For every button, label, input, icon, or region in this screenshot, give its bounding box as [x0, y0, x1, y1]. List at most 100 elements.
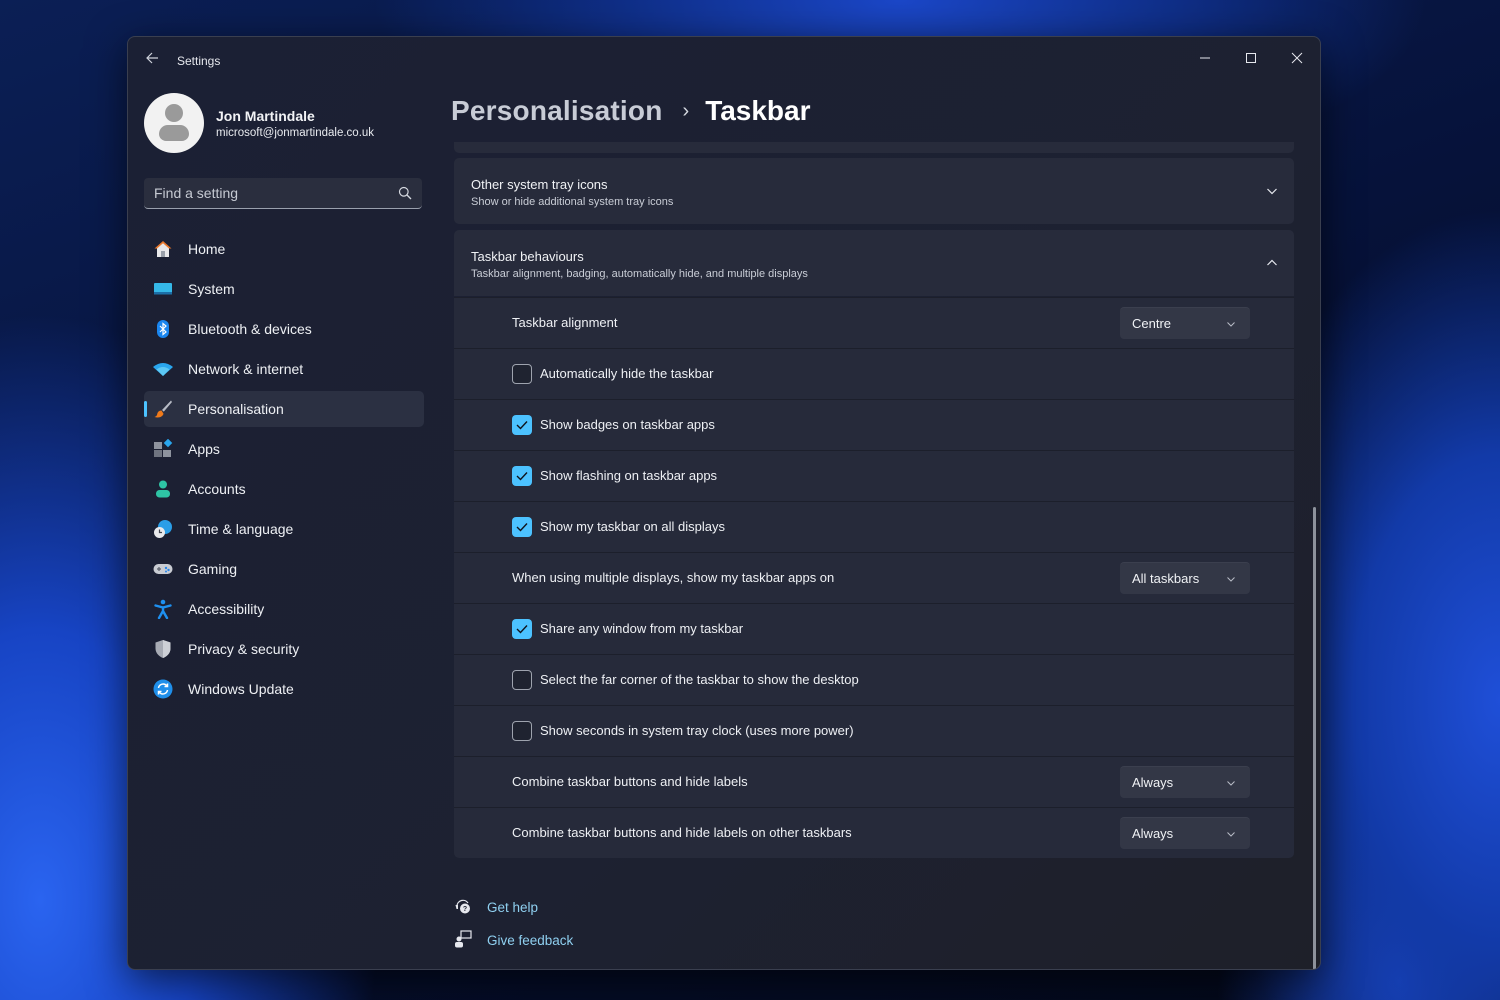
taskbar-behaviours-settings: Taskbar alignment Centre Automatically h…	[454, 297, 1294, 858]
sidebar-item-system[interactable]: System	[144, 271, 424, 307]
sidebar-item-home[interactable]: Home	[144, 231, 424, 267]
share-window-checkbox[interactable]	[512, 619, 532, 639]
setting-label[interactable]: Show seconds in system tray clock (uses …	[540, 723, 854, 738]
search-icon[interactable]	[398, 186, 412, 200]
sidebar-item-gaming[interactable]: Gaming	[144, 551, 424, 587]
avatar[interactable]	[144, 93, 204, 153]
multiple-displays-row: When using multiple displays, show my ta…	[454, 552, 1294, 603]
taskbar-behaviours-expander[interactable]: Taskbar behaviours Taskbar alignment, ba…	[454, 230, 1294, 296]
setting-label[interactable]: Automatically hide the taskbar	[540, 366, 713, 381]
setting-label[interactable]: Share any window from my taskbar	[540, 621, 743, 636]
user-name: Jon Martindale	[216, 108, 315, 124]
taskbar-alignment-row: Taskbar alignment Centre	[454, 297, 1294, 348]
show-all-displays-row: Show my taskbar on all displays	[454, 501, 1294, 552]
close-button[interactable]	[1274, 43, 1320, 73]
sidebar-item-label: Windows Update	[188, 681, 294, 697]
give-feedback-label[interactable]: Give feedback	[487, 933, 573, 948]
sidebar-item-label: Gaming	[188, 561, 238, 577]
maximize-button[interactable]	[1228, 43, 1274, 73]
sidebar-item-label: Personalisation	[188, 401, 284, 417]
sidebar-item-label: System	[188, 281, 235, 297]
setting-label[interactable]: Show badges on taskbar apps	[540, 417, 715, 432]
title-bar: Settings	[128, 37, 1320, 85]
show-badges-row: Show badges on taskbar apps	[454, 399, 1294, 450]
share-window-row: Share any window from my taskbar	[454, 603, 1294, 654]
sidebar-item-label: Home	[188, 241, 226, 257]
active-indicator	[144, 401, 147, 417]
sidebar-item-personalisation[interactable]: Personalisation	[144, 391, 424, 427]
combine-buttons-other-row: Combine taskbar buttons and hide labels …	[454, 807, 1294, 858]
dropdown-value: Always	[1132, 775, 1174, 790]
chevron-down-icon[interactable]	[1266, 185, 1278, 197]
setting-label: When using multiple displays, show my ta…	[512, 570, 835, 585]
update-icon	[153, 679, 173, 699]
sidebar-item-label: Accounts	[188, 481, 246, 497]
avatar-body-icon	[159, 125, 189, 141]
sidebar-item-accessibility[interactable]: Accessibility	[144, 591, 424, 627]
sidebar-item-time-language[interactable]: Time & language	[144, 511, 424, 547]
content-scrollbar[interactable]	[1313, 507, 1316, 969]
sidebar-item-label: Apps	[188, 441, 220, 457]
sidebar-item-network[interactable]: Network & internet	[144, 351, 424, 387]
maximize-icon	[1246, 53, 1256, 63]
search-box[interactable]	[144, 178, 422, 209]
sidebar-item-label: Network & internet	[188, 361, 304, 377]
expander-subtitle: Taskbar alignment, badging, automaticall…	[471, 268, 808, 280]
combine-buttons-dropdown[interactable]: Always	[1120, 766, 1250, 798]
taskbar-alignment-dropdown[interactable]: Centre	[1120, 307, 1250, 339]
search-input[interactable]	[144, 178, 404, 208]
wifi-icon	[153, 363, 173, 376]
sidebar-item-apps[interactable]: Apps	[144, 431, 424, 467]
get-help-label[interactable]: Get help	[487, 900, 538, 915]
minimize-button[interactable]	[1182, 43, 1228, 73]
user-email: microsoft@jonmartindale.co.uk	[216, 127, 375, 139]
setting-label: Combine taskbar buttons and hide labels	[512, 774, 748, 789]
show-flashing-row: Show flashing on taskbar apps	[454, 450, 1294, 501]
expander-title: Taskbar behaviours	[471, 249, 584, 264]
sidebar-item-privacy[interactable]: Privacy & security	[144, 631, 424, 667]
show-all-displays-checkbox[interactable]	[512, 517, 532, 537]
checkmark-icon	[516, 523, 528, 532]
other-system-tray-icons-expander[interactable]: Other system tray icons Show or hide add…	[454, 158, 1294, 224]
page-title: Taskbar	[705, 95, 811, 126]
accounts-icon	[156, 480, 170, 498]
feedback-icon	[455, 930, 472, 948]
expander-subtitle: Show or hide additional system tray icon…	[471, 196, 674, 208]
combine-buttons-other-dropdown[interactable]: Always	[1120, 817, 1250, 849]
checkmark-icon	[516, 421, 528, 430]
show-flashing-checkbox[interactable]	[512, 466, 532, 486]
chevron-down-icon	[1227, 322, 1235, 327]
combine-buttons-row: Combine taskbar buttons and hide labels …	[454, 756, 1294, 807]
show-badges-checkbox[interactable]	[512, 415, 532, 435]
breadcrumb-parent[interactable]: Personalisation	[451, 95, 663, 127]
dropdown-value: Centre	[1132, 316, 1172, 331]
auto-hide-taskbar-checkbox[interactable]	[512, 364, 532, 384]
multiple-displays-dropdown[interactable]: All taskbars	[1120, 562, 1250, 594]
setting-label: Combine taskbar buttons and hide labels …	[512, 825, 852, 840]
gamepad-icon	[153, 564, 173, 574]
apps-icon	[154, 439, 173, 457]
show-seconds-row: Show seconds in system tray clock (uses …	[454, 705, 1294, 756]
breadcrumb-separator: ›	[682, 99, 690, 122]
checkmark-icon	[516, 625, 528, 634]
setting-label[interactable]: Show my taskbar on all displays	[540, 519, 725, 534]
sidebar-item-label: Accessibility	[188, 601, 265, 617]
back-button[interactable]	[142, 51, 162, 71]
setting-label[interactable]: Select the far corner of the taskbar to …	[540, 672, 859, 687]
app-title: Settings	[177, 54, 221, 68]
chevron-up-icon[interactable]	[1266, 257, 1278, 269]
avatar-head-icon	[165, 104, 183, 122]
sidebar-item-bluetooth[interactable]: Bluetooth & devices	[144, 311, 424, 347]
setting-label[interactable]: Show flashing on taskbar apps	[540, 468, 717, 483]
svg-text:?: ?	[463, 906, 467, 913]
time-language-icon	[154, 520, 172, 538]
sidebar-item-label: Time & language	[188, 521, 294, 537]
checkmark-icon	[516, 472, 528, 481]
sidebar-item-accounts[interactable]: Accounts	[144, 471, 424, 507]
system-icon	[154, 283, 172, 295]
show-seconds-checkbox[interactable]	[512, 721, 532, 741]
sidebar-item-windows-update[interactable]: Windows Update	[144, 671, 424, 707]
far-corner-desktop-checkbox[interactable]	[512, 670, 532, 690]
home-icon	[154, 241, 172, 257]
brush-icon	[154, 400, 172, 418]
